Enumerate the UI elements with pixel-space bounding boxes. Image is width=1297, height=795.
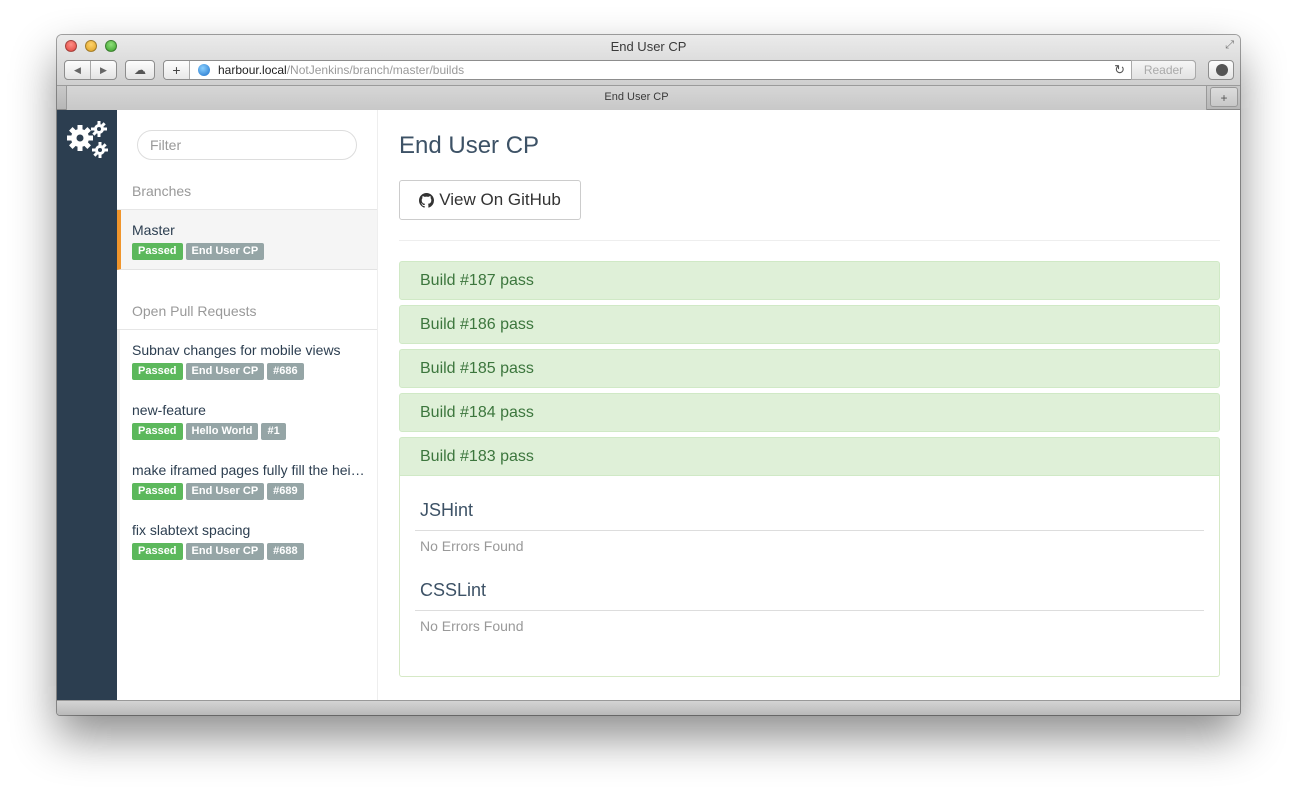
github-button-label: View On GitHub [439, 190, 561, 209]
status-badge: Passed [132, 363, 183, 380]
status-badge: Passed [132, 483, 183, 500]
project-badge: End User CP [185, 543, 265, 560]
icloud-tabs-button[interactable]: ☁ [125, 60, 155, 80]
fullscreen-icon[interactable]: ⤢ [1225, 39, 1234, 52]
title-bar: End User CP ⤢ ◀ ▶ ☁ + harbour.local/NotJ… [57, 35, 1240, 86]
status-bar [57, 700, 1240, 715]
pull-request-title: new-feature [132, 402, 206, 418]
url-host: harbour.local [218, 63, 287, 77]
branch-sidebar: Branches Master Passed End User CP Open … [117, 110, 378, 700]
check-status: No Errors Found [420, 618, 524, 634]
forward-icon[interactable]: ▶ [91, 61, 116, 79]
browser-window: End User CP ⤢ ◀ ▶ ☁ + harbour.local/NotJ… [57, 35, 1240, 715]
status-badge: Passed [132, 423, 183, 440]
header-divider [399, 240, 1220, 241]
downloads-button[interactable] [1208, 60, 1234, 80]
builds-panel: End User CP View On GitHub Build #187 pa… [399, 110, 1220, 700]
github-icon [419, 192, 435, 208]
check-divider [415, 530, 1204, 531]
page-title: End User CP [399, 132, 540, 159]
window-title: End User CP [610, 39, 687, 54]
globe-icon [198, 64, 210, 76]
branch-title: Master [132, 222, 175, 238]
branch-item-master[interactable]: Master Passed End User CP [117, 210, 377, 270]
project-badge: End User CP [185, 363, 265, 380]
pull-requests-divider [117, 329, 377, 330]
view-on-github-button[interactable]: View On GitHub [399, 180, 581, 220]
download-icon [1216, 64, 1228, 76]
pull-request-item[interactable]: make iframed pages fully fill the height… [117, 462, 377, 500]
tab-end-user-cp[interactable]: End User CP [66, 86, 1207, 110]
tab-bar: End User CP + [57, 86, 1240, 110]
reader-button[interactable]: Reader [1131, 60, 1196, 80]
build-row-expanded[interactable]: Build #183 pass [399, 437, 1220, 476]
build-row[interactable]: Build #185 pass [399, 349, 1220, 388]
address-bar[interactable]: + harbour.local/NotJenkins/branch/master… [163, 60, 1196, 80]
check-name: JSHint [420, 500, 474, 520]
pull-request-title: Subnav changes for mobile views [132, 342, 341, 358]
status-badge: Passed [132, 543, 183, 560]
url-text[interactable]: harbour.local/NotJenkins/branch/master/b… [218, 63, 464, 77]
pull-request-item[interactable]: Subnav changes for mobile views Passed E… [117, 342, 377, 380]
build-row[interactable]: Build #187 pass [399, 261, 1220, 300]
pull-request-title: make iframed pages fully fill the height [132, 462, 368, 478]
project-badge: End User CP [185, 243, 265, 260]
build-row[interactable]: Build #184 pass [399, 393, 1220, 432]
build-row[interactable]: Build #186 pass [399, 305, 1220, 344]
gears-logo-icon[interactable] [65, 120, 109, 160]
pull-request-title: fix slabtext spacing [132, 522, 251, 538]
check-divider [415, 610, 1204, 611]
pull-requests-heading: Open Pull Requests [132, 303, 257, 319]
new-tab-button[interactable]: + [1210, 87, 1238, 107]
project-badge: Hello World [185, 423, 259, 440]
pull-request-item[interactable]: new-feature Passed Hello World #1 [117, 402, 377, 440]
project-badge: End User CP [185, 483, 265, 500]
check-name: CSSLint [420, 580, 487, 600]
pr-number-badge: #1 [261, 423, 286, 440]
back-icon[interactable]: ◀ [65, 61, 91, 79]
build-details: JSHint No Errors Found CSSLint No Errors… [399, 476, 1220, 677]
pr-number-badge: #688 [267, 543, 304, 560]
app-nav-bar [57, 110, 117, 700]
pr-number-badge: #689 [267, 483, 304, 500]
branches-heading: Branches [132, 183, 192, 199]
filter-input[interactable] [137, 130, 357, 160]
status-badge: Passed [132, 243, 183, 260]
reload-icon[interactable]: ↻ [1114, 62, 1125, 78]
add-bookmark-icon[interactable]: + [164, 61, 190, 79]
back-forward-buttons: ◀ ▶ [64, 60, 117, 80]
check-status: No Errors Found [420, 538, 524, 554]
pr-number-badge: #686 [267, 363, 304, 380]
page-content: Branches Master Passed End User CP Open … [57, 110, 1240, 700]
url-path: /NotJenkins/branch/master/builds [286, 63, 465, 77]
pull-request-item[interactable]: fix slabtext spacing Passed End User CP … [117, 522, 377, 560]
